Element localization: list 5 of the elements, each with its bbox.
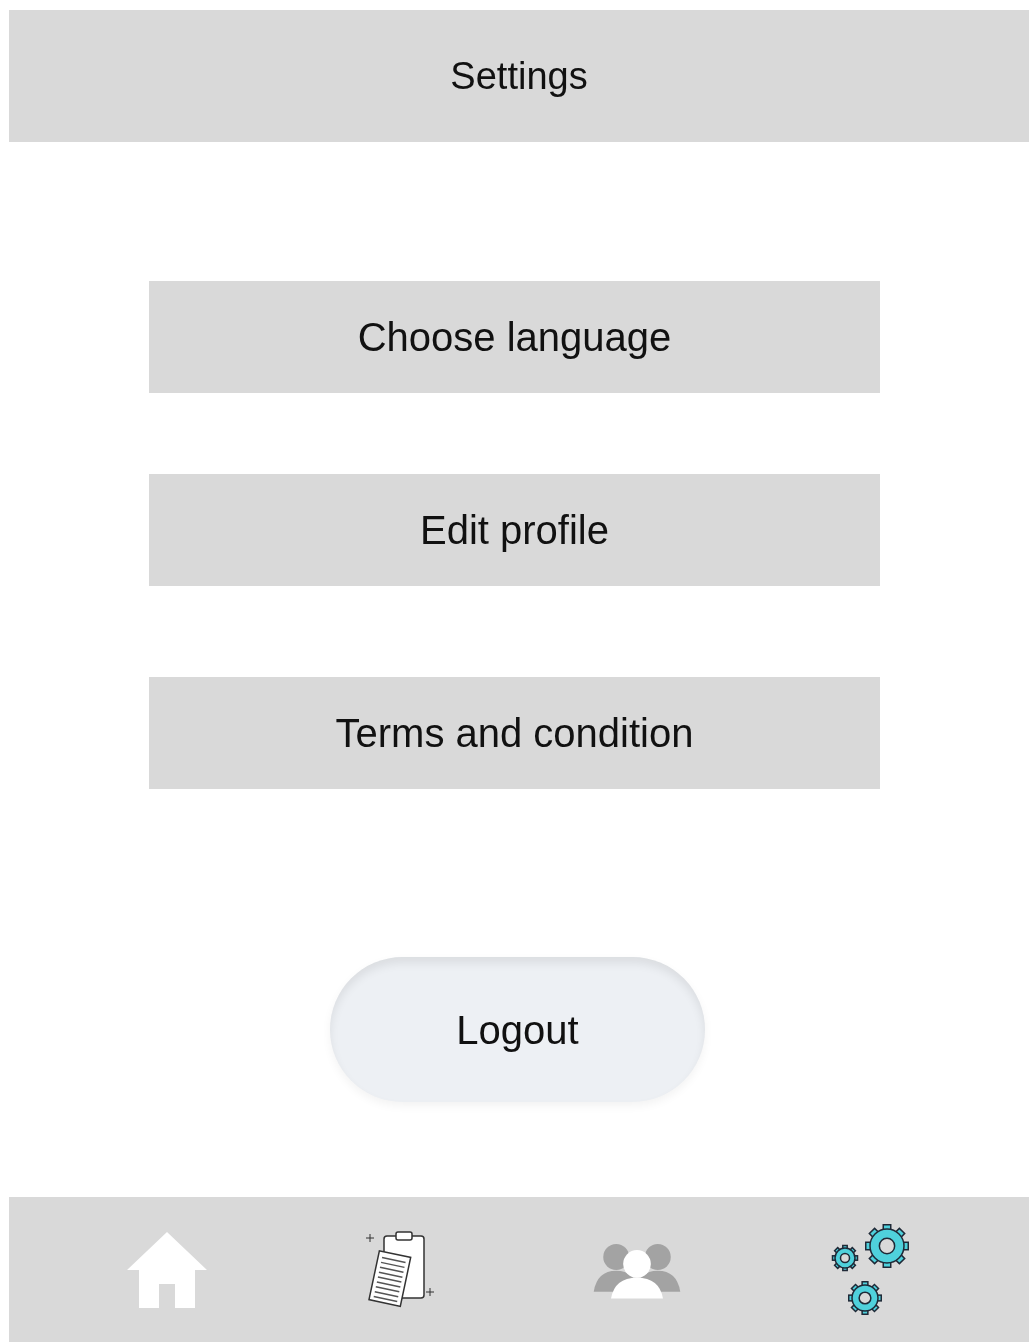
page-title: Settings: [450, 53, 588, 99]
settings-option[interactable]: Edit profile: [149, 474, 880, 586]
settings-option[interactable]: Terms and condition: [149, 677, 880, 789]
settings-option[interactable]: Choose language: [149, 281, 880, 393]
logout-button[interactable]: Logout: [330, 957, 705, 1102]
